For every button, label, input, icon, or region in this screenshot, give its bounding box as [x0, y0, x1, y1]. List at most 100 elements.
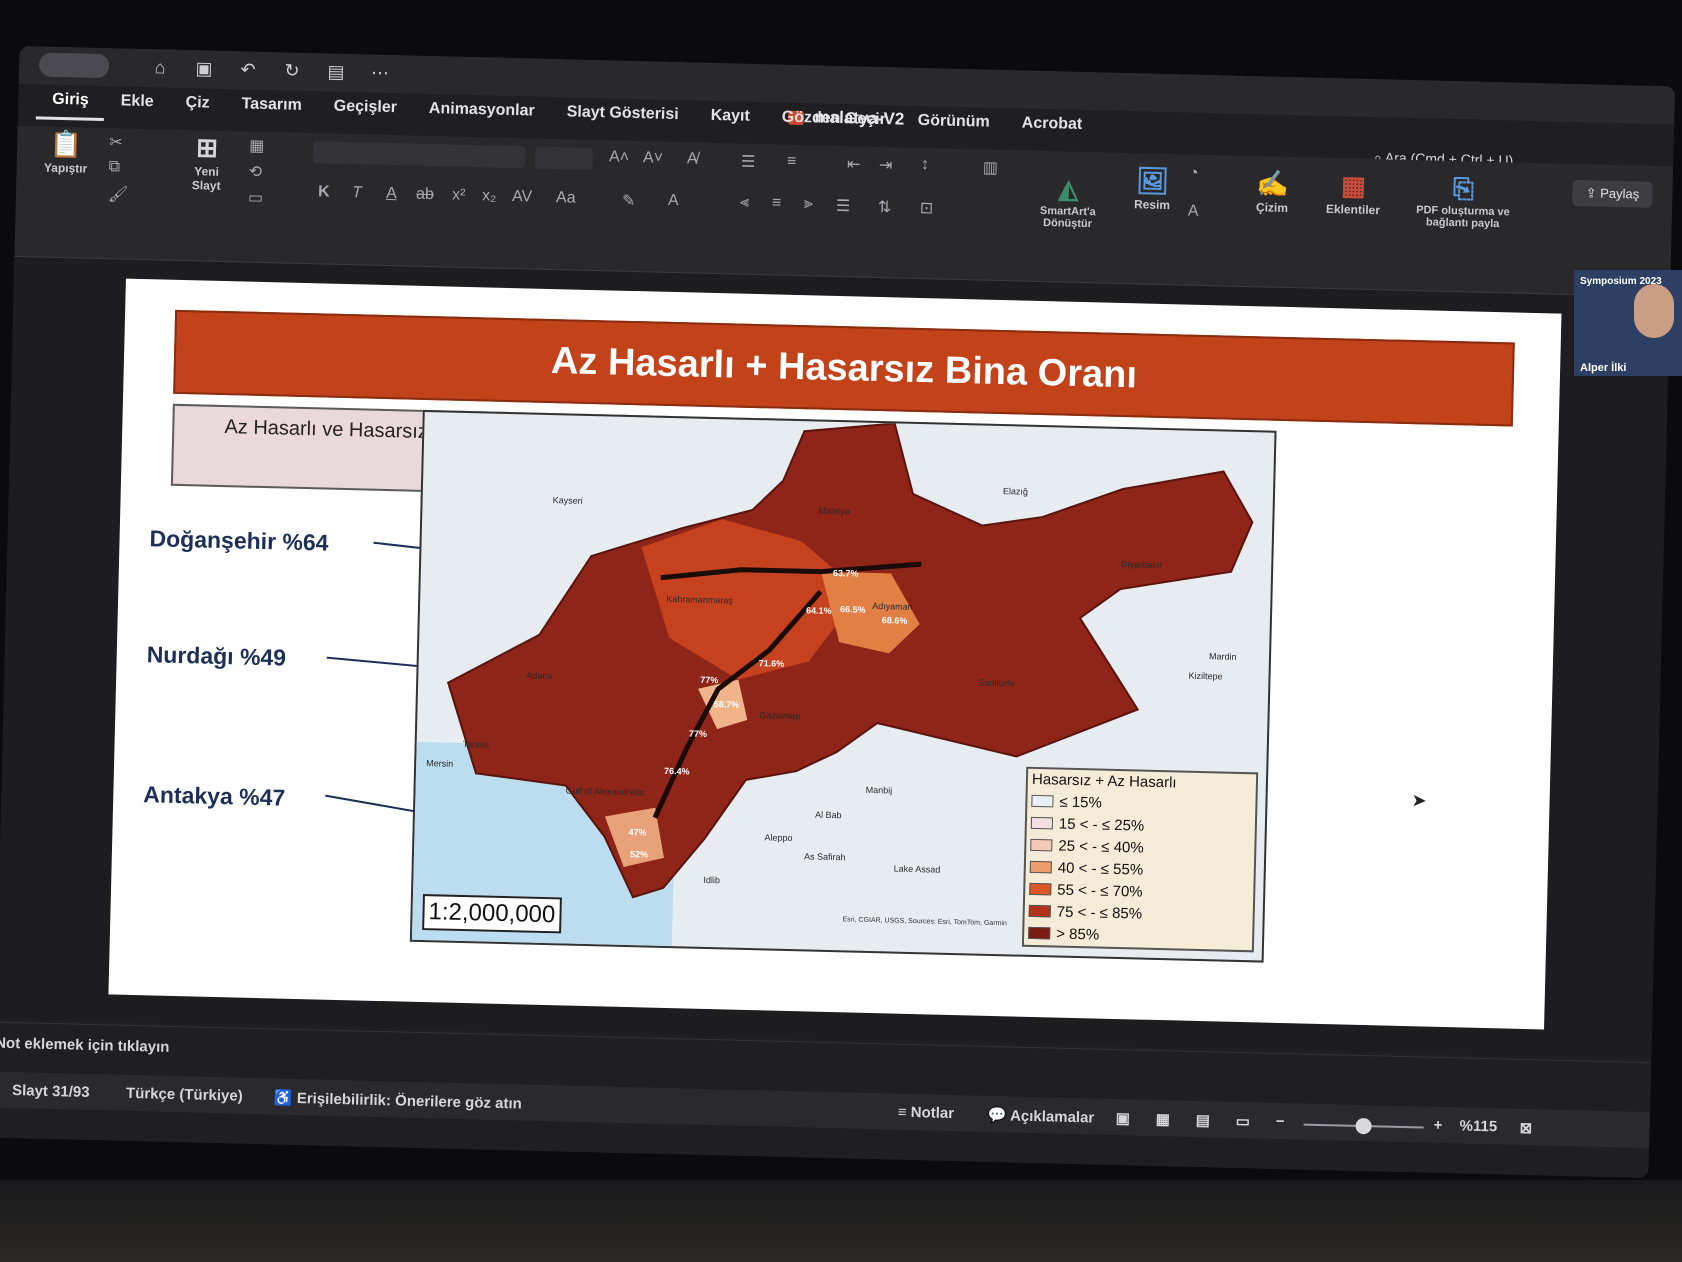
accessibility-icon: ♿ [273, 1089, 293, 1107]
textbox-icon[interactable]: A [1188, 203, 1199, 221]
bullets-icon[interactable]: ☰ [741, 152, 756, 172]
shapes-icon[interactable]: ◔ [1189, 165, 1199, 183]
decrease-indent-icon[interactable]: ⇤ [847, 154, 861, 174]
fit-to-window-icon[interactable]: ⊠ [1519, 1119, 1532, 1137]
map-place-label: Kahramanmaraş [666, 593, 733, 606]
slide-canvas-area: Az Hasarlı + Hasarsız Bina Oranı Az Hasa… [0, 257, 1670, 1059]
save-icon[interactable]: ▣ [193, 58, 216, 80]
map-place-label: Adıyaman [872, 600, 913, 612]
underline-button[interactable]: A [386, 185, 397, 203]
cut-icon[interactable]: ✂ [109, 132, 123, 152]
zoom-level[interactable]: %115 [1459, 1117, 1497, 1135]
create-pdf-button[interactable]: ⎘ PDF oluşturma ve bağlantı payla [1408, 170, 1519, 231]
strikethrough-button[interactable]: ab [416, 186, 434, 204]
damage-map: 1:2,000,000 Hasarsız + Az Hasarlı ≤ 15% … [409, 409, 1277, 963]
map-place-label: Tarsus [462, 738, 490, 750]
char-spacing-button[interactable]: AV [512, 188, 533, 206]
language-indicator[interactable]: Türkçe (Türkiye) [126, 1085, 243, 1105]
tab-ekle[interactable]: Ekle [104, 84, 170, 120]
more-icon[interactable]: ⋯ [369, 62, 392, 84]
zoom-in-icon[interactable]: + [1433, 1117, 1442, 1134]
map-place-label: As Safirah [803, 851, 846, 863]
webcam-overlay: Symposium 2023 Alper İlki [1574, 270, 1682, 376]
align-text-icon[interactable]: ⊡ [920, 198, 934, 218]
home-icon[interactable]: ⌂ [149, 57, 172, 79]
comments-icon: 💬 [987, 1106, 1007, 1125]
save-as-icon[interactable]: ▤ [325, 61, 348, 83]
tab-acrobat[interactable]: Acrobat [1005, 106, 1098, 142]
layout-icon[interactable]: ▦ [249, 136, 265, 156]
increase-indent-icon[interactable]: ⇥ [879, 155, 893, 175]
redo-icon[interactable]: ↻ [281, 60, 304, 82]
tab-ciz[interactable]: Çiz [169, 86, 226, 121]
font-size-select[interactable] [534, 146, 594, 170]
tab-kayit[interactable]: Kayıt [694, 98, 766, 134]
line-spacing-icon[interactable]: ↕ [921, 156, 929, 174]
shrink-font-icon[interactable]: A˅ [643, 149, 663, 167]
tab-slayt-gosterisi[interactable]: Slayt Gösterisi [550, 95, 695, 133]
share-icon: ⇪ [1585, 185, 1597, 201]
text-direction-icon[interactable]: ⇅ [878, 197, 892, 217]
map-value-label: 58.7% [713, 699, 740, 710]
highlight-icon[interactable]: ✎ [622, 191, 636, 211]
reset-icon[interactable]: ⟲ [248, 162, 262, 182]
italic-button[interactable]: T [352, 184, 362, 202]
font-color-icon[interactable]: A [668, 192, 679, 210]
slideshow-icon[interactable]: ▭ [1235, 1112, 1250, 1130]
drawing-button[interactable]: ✍ Çizim [1242, 166, 1303, 215]
comments-button[interactable]: 💬 Açıklamalar [988, 1106, 1095, 1127]
numbering-icon[interactable]: ≡ [787, 153, 797, 171]
tab-gozden-gecir[interactable]: Gözden Geçir [765, 100, 902, 137]
zoom-slider-handle[interactable] [1355, 1117, 1372, 1135]
tab-tasarim[interactable]: Tasarım [225, 87, 318, 123]
notes-button[interactable]: ≡ Notlar [898, 1104, 955, 1122]
addins-button[interactable]: ▦ Eklentiler [1318, 168, 1389, 218]
presenter-screen: ⌂ ▣ ↶ ↻ ▤ ⋯ malatya-V2 ⌕ Ara (Cmd + Ctrl… [0, 45, 1676, 1179]
reading-view-icon[interactable]: ▤ [1195, 1111, 1210, 1129]
justify-icon[interactable]: ☰ [836, 196, 851, 216]
align-left-icon[interactable]: ⫷ [740, 194, 749, 212]
tab-gecisler[interactable]: Geçişler [317, 89, 413, 125]
paste-button[interactable]: 📋 Yapıştır [30, 126, 101, 176]
slide[interactable]: Az Hasarlı + Hasarsız Bina Oranı Az Hasa… [108, 278, 1562, 1030]
superscript-button[interactable]: x² [452, 187, 466, 205]
tab-animasyonlar[interactable]: Animasyonlar [412, 92, 551, 129]
map-value-label: 52% [629, 849, 649, 860]
normal-view-icon[interactable]: ▣ [1116, 1109, 1131, 1127]
smartart-icon: ◭ [1058, 173, 1079, 204]
map-place-label: Adana [526, 670, 553, 682]
subscript-button[interactable]: x₂ [482, 187, 497, 205]
align-center-icon[interactable]: ≡ [772, 194, 782, 212]
slide-counter: Slayt 31/93 [11, 1082, 90, 1101]
map-place-label: Diyarbakır [1121, 559, 1163, 571]
slide-sorter-icon[interactable]: ▦ [1155, 1110, 1170, 1128]
map-place-label: Malatya [818, 505, 851, 517]
map-place-label: Kiziltepe [1188, 670, 1223, 682]
zoom-out-icon[interactable]: − [1275, 1113, 1284, 1130]
bold-button[interactable]: K [318, 183, 330, 201]
smartart-button[interactable]: ◭ SmartArt'a Dönüştür [1027, 171, 1108, 231]
accessibility-checker[interactable]: ♿ Erişilebilirlik: Önerilere göz atın [274, 1088, 522, 1112]
undo-icon[interactable]: ↶ [237, 59, 260, 81]
tab-gorunum[interactable]: Görünüm [901, 104, 1006, 141]
sidebar-toggle-button[interactable] [38, 52, 110, 79]
legend-swatch [1030, 816, 1054, 830]
grow-font-icon[interactable]: A˄ [609, 148, 629, 166]
section-icon[interactable]: ▭ [248, 188, 264, 208]
map-value-label: 76.4% [663, 765, 690, 777]
clear-format-icon[interactable]: A̸ [687, 150, 698, 168]
font-family-select[interactable] [312, 141, 526, 169]
tab-giris[interactable]: Giriş [35, 82, 106, 122]
align-right-icon[interactable]: ⫸ [804, 195, 813, 213]
share-button[interactable]: ⇪ Paylaş [1572, 179, 1653, 208]
map-place-label: Idlib [703, 874, 721, 886]
columns-icon[interactable]: ▥ [983, 158, 999, 178]
copy-icon[interactable]: ⧉ [108, 158, 120, 176]
map-place-label: Lake Assad [893, 863, 941, 875]
callout-doganshehir: Doğanşehir %64 [149, 525, 329, 556]
new-slide-button[interactable]: ⊞ Yeni Slayt [176, 130, 237, 193]
format-painter-icon[interactable]: 🖌 [108, 184, 129, 204]
picture-button[interactable]: 🖼 Resim [1122, 163, 1183, 212]
map-place-label: Mardin [1208, 651, 1237, 662]
change-case-button[interactable]: Aa [556, 189, 576, 207]
